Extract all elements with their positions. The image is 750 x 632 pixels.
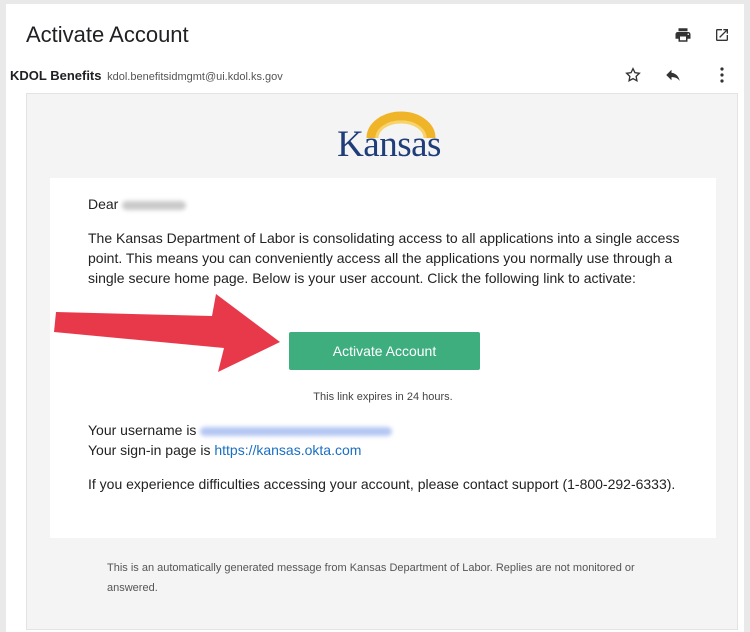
redacted-username <box>200 426 393 436</box>
email-view: Activate Account KDOL Benefits kdol.bene… <box>6 4 744 632</box>
star-icon[interactable] <box>622 64 644 86</box>
activate-account-button[interactable]: Activate Account <box>289 332 480 370</box>
signin-link[interactable]: https://kansas.okta.com <box>214 442 361 458</box>
sender-name: KDOL Benefits <box>10 68 102 83</box>
signin-line: Your sign-in page is https://kansas.okta… <box>88 440 682 460</box>
auto-generated-footer: This is an automatically generated messa… <box>107 562 635 594</box>
more-options-icon[interactable] <box>711 64 733 86</box>
username-label: Your username is <box>88 422 197 438</box>
email-card: Dear The Kansas Department of Labor is c… <box>50 178 716 538</box>
redacted-name <box>122 200 187 210</box>
username-line: Your username is <box>88 420 682 440</box>
email-body-canvas: Kansas Dear The Kansas Department of Lab… <box>26 93 738 630</box>
greeting-line: Dear <box>88 194 682 214</box>
print-icon[interactable] <box>672 24 694 46</box>
support-paragraph: If you experience difficulties accessing… <box>88 476 676 492</box>
sender-email: kdol.benefitsidmgmt@ui.kdol.ks.gov <box>107 71 283 83</box>
reply-icon[interactable] <box>662 64 684 86</box>
open-in-new-window-icon[interactable] <box>711 24 733 46</box>
kansas-logo: Kansas <box>331 108 447 166</box>
sender-line: KDOL Benefits kdol.benefitsidmgmt@ui.kdo… <box>10 68 283 83</box>
logo-text: Kansas <box>337 124 441 165</box>
intro-paragraph: The Kansas Department of Labor is consol… <box>88 230 680 286</box>
email-subject: Activate Account <box>26 22 189 47</box>
greeting: Dear <box>88 196 119 212</box>
signin-label: Your sign-in page is <box>88 442 211 458</box>
link-expiry-note: This link expires in 24 hours. <box>313 391 453 403</box>
